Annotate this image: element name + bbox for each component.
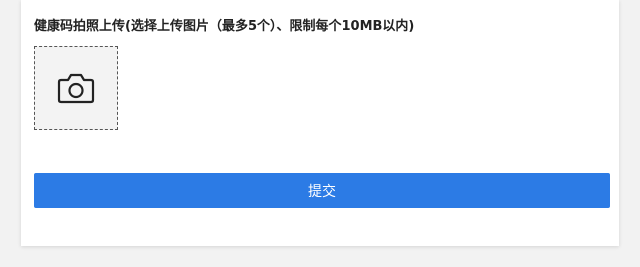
submit-button[interactable]: 提交 [34, 173, 610, 208]
camera-icon [57, 71, 95, 105]
photo-upload-button[interactable] [34, 46, 118, 130]
upload-field-label: 健康码拍照上传(选择上传图片（最多5个）、限制每个10MB以内) [34, 19, 415, 34]
form-card: 健康码拍照上传(选择上传图片（最多5个）、限制每个10MB以内) 提交 [21, 0, 619, 246]
